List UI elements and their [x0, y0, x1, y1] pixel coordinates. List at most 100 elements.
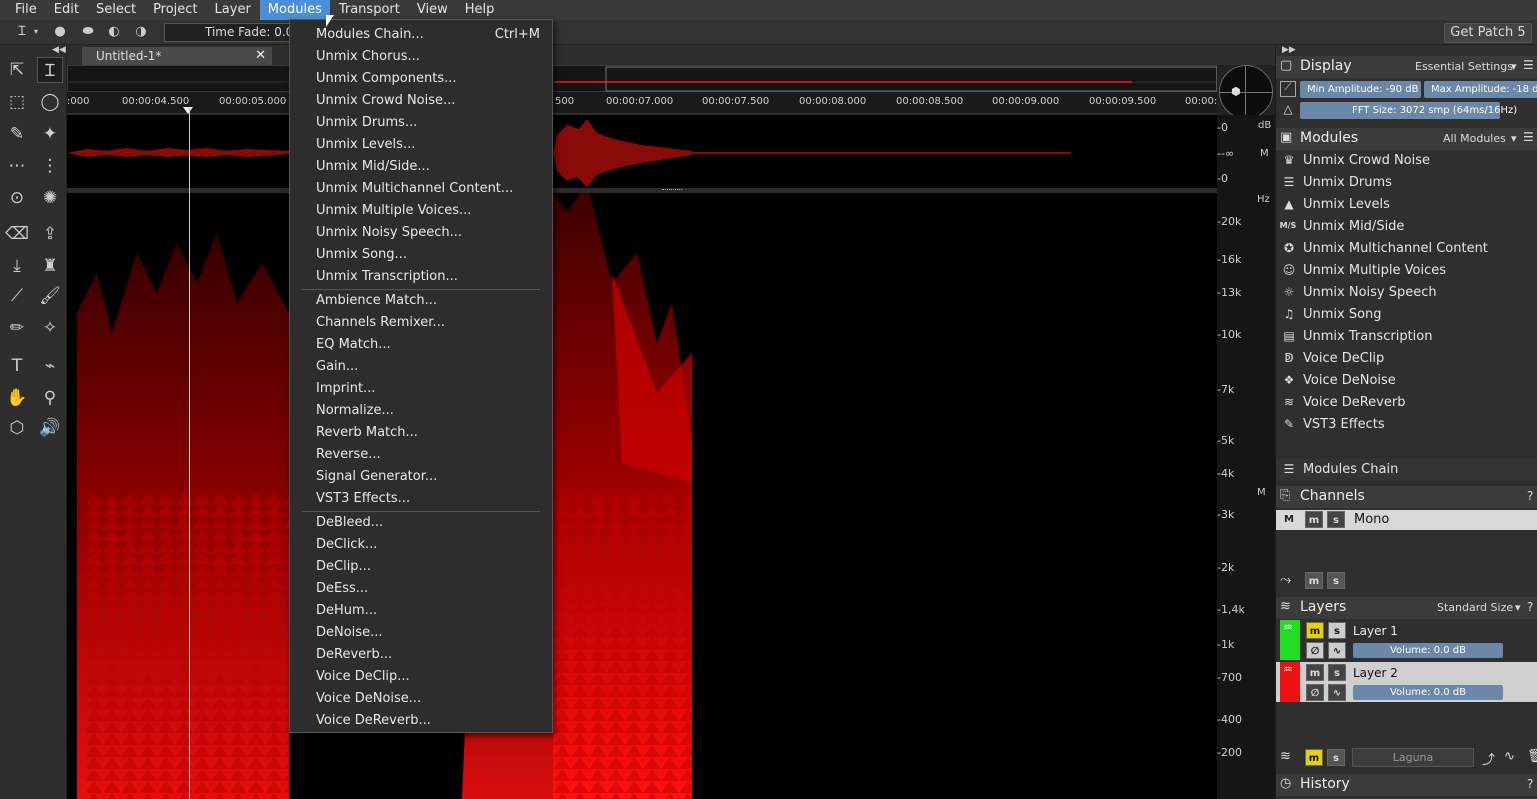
menu-select[interactable]: Select: [88, 0, 144, 20]
magic-wand-icon[interactable]: ✦: [37, 121, 63, 147]
chevron-down-icon[interactable]: ▾: [1511, 60, 1517, 73]
menu-transport[interactable]: Transport: [331, 0, 408, 20]
module-item-voice-dereverb[interactable]: ≋ Voice DeReverb: [1276, 392, 1537, 414]
layer-stack-icon[interactable]: ≋: [1280, 749, 1291, 764]
menu-item-ambience-match[interactable]: Ambience Match...: [290, 290, 552, 312]
time-ruler[interactable]: :000 00:00:04.500 00:00:05.000 500 00:00…: [67, 92, 1217, 114]
add-layer-icon[interactable]: ⤴: [1482, 749, 1495, 768]
module-item-unmix-transcription[interactable]: ▤ Unmix Transcription: [1276, 326, 1537, 348]
menu-item-unmix-components[interactable]: Unmix Components...: [290, 68, 552, 90]
module-item-unmix-drums[interactable]: ☰ Unmix Drums: [1276, 172, 1537, 194]
brush-oval-icon[interactable]: ⬬: [78, 24, 98, 40]
pen-curve-icon[interactable]: ⟋: [4, 283, 30, 309]
eraser-icon[interactable]: ⌫: [4, 221, 30, 247]
waveform-view[interactable]: [67, 115, 1217, 188]
layer-mute-button[interactable]: m: [1306, 622, 1324, 639]
menu-item-eq-match[interactable]: EQ Match...: [290, 334, 552, 356]
phase-icon[interactable]: ∅: [1306, 684, 1324, 701]
phase-icon[interactable]: ∅: [1306, 642, 1324, 659]
layer-solo-button[interactable]: s: [1328, 664, 1346, 681]
brush-soft-icon[interactable]: ◐: [106, 24, 122, 40]
channel-solo-button[interactable]: s: [1327, 511, 1345, 528]
frequency-scale[interactable]: -0 dB --∞ M -0 Hz -20k -16k -13k -10k -7…: [1217, 115, 1275, 799]
get-patch-button[interactable]: Get Patch 5: [1444, 23, 1532, 43]
blend-mode-dropdown[interactable]: Laguna: [1352, 748, 1474, 767]
history-panel-header[interactable]: ◷ History ?: [1276, 774, 1537, 796]
layer-volume-slider[interactable]: Volume: 0.0 dB: [1353, 643, 1503, 658]
menu-item-debleed[interactable]: DeBleed...: [290, 512, 552, 534]
menu-help[interactable]: Help: [457, 0, 503, 20]
menu-item-gain[interactable]: Gain...: [290, 356, 552, 378]
menu-item-unmix-levels[interactable]: Unmix Levels...: [290, 134, 552, 156]
layer-solo-button[interactable]: s: [1328, 622, 1346, 639]
time-fade-field[interactable]: Time Fade: 0.05: [164, 23, 294, 42]
zoom-icon[interactable]: ⚲: [37, 385, 63, 411]
fft-size-slider[interactable]: FFT Size: 3072 smp (64ms/16Hz): [1300, 102, 1517, 119]
module-item-unmix-levels[interactable]: ▲ Unmix Levels: [1276, 194, 1537, 216]
collapse-left-icon[interactable]: ◀◀: [52, 45, 66, 55]
pencil-icon[interactable]: ✏: [4, 315, 30, 341]
menu-item-normalize[interactable]: Normalize...: [290, 400, 552, 422]
menu-item-reverse[interactable]: Reverse...: [290, 444, 552, 466]
brush-hard-icon[interactable]: ◑: [133, 24, 149, 40]
channels-mute-all-button[interactable]: m: [1305, 572, 1323, 589]
spectrogram-view[interactable]: [67, 193, 1217, 799]
add-waveform-icon[interactable]: ∿: [1504, 749, 1515, 764]
help-icon[interactable]: ?: [1527, 489, 1533, 503]
panel-menu-icon[interactable]: ☰: [1523, 58, 1534, 72]
menu-item-denoise[interactable]: DeNoise...: [290, 622, 552, 644]
menu-item-imprint[interactable]: Imprint...: [290, 378, 552, 400]
layer-size-dropdown[interactable]: Standard Size: [1437, 601, 1513, 614]
menu-item-dereverb[interactable]: DeReverb...: [290, 644, 552, 666]
navigation-widget[interactable]: ⬢: [1217, 65, 1275, 120]
envelope-icon[interactable]: ∿: [1328, 642, 1346, 659]
vertical-select-icon[interactable]: ⋮: [37, 153, 63, 179]
overview-strip[interactable]: [67, 65, 1218, 92]
modules-chain-button[interactable]: ☰ Modules Chain: [1276, 459, 1537, 481]
channels-panel-header[interactable]: ⎘ Channels ?: [1276, 486, 1537, 508]
layers-solo-button[interactable]: s: [1327, 749, 1345, 766]
upload-icon[interactable]: ⇪: [37, 221, 63, 247]
menu-item-unmix-multiple-voices[interactable]: Unmix Multiple Voices...: [290, 200, 552, 222]
layer-mute-button[interactable]: m: [1306, 664, 1324, 681]
layer-row-1[interactable]: ♒ m s Layer 1 ∅ ∿ Volume: 0.0 dB: [1276, 620, 1537, 660]
module-item-unmix-mid-side[interactable]: M/S Unmix Mid/Side: [1276, 216, 1537, 238]
min-amplitude-slider[interactable]: Min Amplitude: -90 dB: [1300, 81, 1421, 98]
menu-item-unmix-drums[interactable]: Unmix Drums...: [290, 112, 552, 134]
brush-round-icon[interactable]: ●: [52, 24, 68, 40]
menu-item-vst3-effects[interactable]: VST3 Effects...: [290, 488, 552, 510]
menu-item-unmix-transcription[interactable]: Unmix Transcription...: [290, 266, 552, 288]
display-panel-header[interactable]: ▢ Display Essential Settings ▾ ☰: [1276, 56, 1537, 78]
help-icon[interactable]: ?: [1527, 600, 1533, 614]
menu-project[interactable]: Project: [145, 0, 205, 20]
menu-item-signal-generator[interactable]: Signal Generator...: [290, 466, 552, 488]
insert-icon[interactable]: ⤓: [4, 253, 30, 279]
layer-row-2[interactable]: ♒ m s Layer 2 ∅ ∿ Volume: 0.0 dB: [1276, 662, 1537, 702]
module-item-vst3-effects[interactable]: ✎ VST3 Effects: [1276, 414, 1537, 436]
chevron-down-icon[interactable]: ▾: [28, 24, 44, 40]
eyedropper-icon[interactable]: ⌁: [37, 353, 63, 379]
trash-icon[interactable]: 🗑: [1527, 749, 1537, 764]
menu-item-reverb-match[interactable]: Reverb Match...: [290, 422, 552, 444]
layers-mute-button[interactable]: m: [1305, 749, 1323, 766]
channels-solo-all-button[interactable]: s: [1327, 572, 1345, 589]
chevron-down-icon[interactable]: ▾: [1511, 132, 1517, 145]
modules-filter-dropdown[interactable]: All Modules: [1443, 132, 1506, 145]
menu-item-channels-remixer[interactable]: Channels Remixer...: [290, 312, 552, 334]
menu-view[interactable]: View: [409, 0, 456, 20]
close-tab-icon[interactable]: ✕: [255, 47, 266, 65]
hand-icon[interactable]: ✋: [4, 385, 30, 411]
envelope-icon[interactable]: ∿: [1328, 684, 1346, 701]
menu-layer[interactable]: Layer: [207, 0, 259, 20]
menu-item-voice-declip[interactable]: Voice DeClip...: [290, 666, 552, 688]
speaker-icon[interactable]: 🔊: [37, 415, 63, 441]
module-item-voice-declip[interactable]: ↁ Voice DeClip: [1276, 348, 1537, 370]
menu-item-unmix-song[interactable]: Unmix Song...: [290, 244, 552, 266]
menu-modules[interactable]: Modules: [259, 0, 330, 20]
panel-menu-icon[interactable]: ☰: [1523, 130, 1534, 144]
spray-icon[interactable]: ✧: [37, 315, 63, 341]
display-preset-dropdown[interactable]: Essential Settings: [1415, 60, 1513, 73]
paint-brush-icon[interactable]: 🖌: [37, 283, 63, 309]
filled-circle-icon[interactable]: ✺: [37, 185, 63, 211]
menu-item-voice-dereverb[interactable]: Voice DeReverb...: [290, 710, 552, 732]
